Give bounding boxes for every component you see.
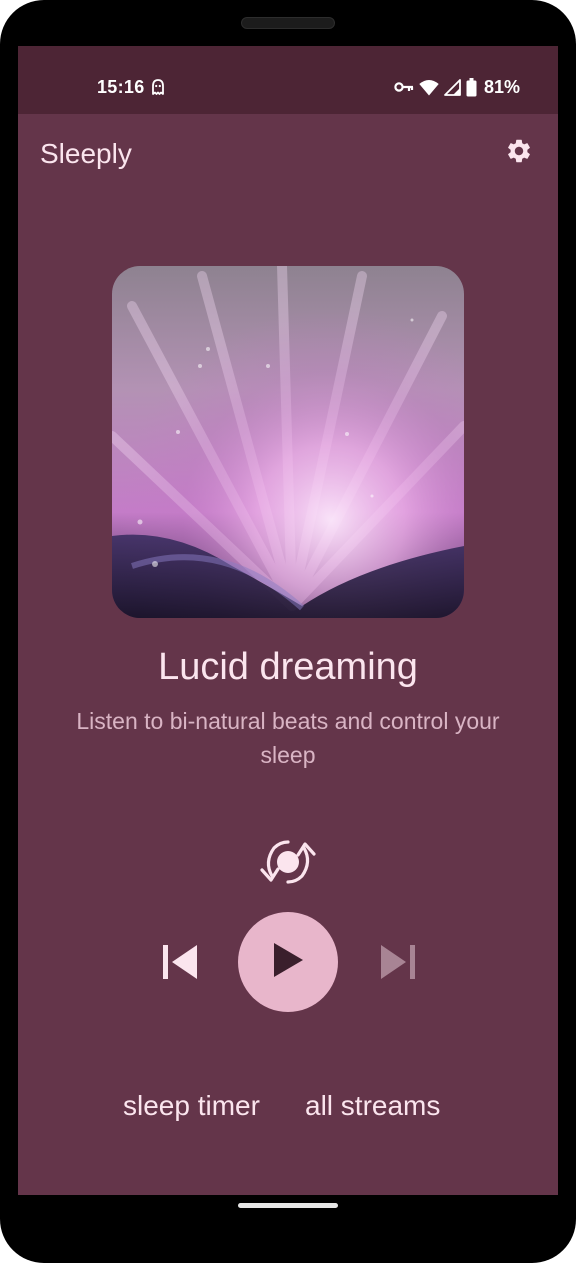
- next-button[interactable]: [372, 938, 424, 990]
- repeat-button[interactable]: [256, 836, 320, 892]
- previous-button[interactable]: [154, 938, 206, 990]
- status-bar: 15:16 81%: [18, 46, 558, 114]
- gesture-nav-handle[interactable]: [238, 1203, 338, 1208]
- app-title: Sleeply: [40, 138, 132, 169]
- cell-signal-icon: [444, 78, 461, 96]
- all-streams-button[interactable]: all streams: [305, 1090, 440, 1122]
- status-time: 15:16: [97, 77, 145, 97]
- play-icon: [271, 942, 305, 983]
- vpn-key-icon: [394, 81, 414, 93]
- repeat-sync-icon: [258, 838, 318, 891]
- gear-icon: [505, 137, 533, 170]
- app-bar: Sleeply: [18, 114, 558, 196]
- settings-button[interactable]: [498, 132, 540, 174]
- track-subtitle: Listen to bi-natural beats and control y…: [76, 708, 500, 768]
- ghost-icon: [151, 78, 165, 96]
- sleep-timer-button[interactable]: sleep timer: [123, 1090, 260, 1122]
- battery-percent: 81%: [483, 76, 520, 97]
- wifi-icon: [419, 79, 439, 96]
- track-title: Lucid dreaming: [158, 646, 418, 688]
- play-button[interactable]: [238, 912, 338, 1012]
- phone-frame: 15:16 81% Sleeply Lucid dreaming Listen …: [0, 0, 576, 1263]
- status-icons: 81%: [394, 76, 520, 98]
- track-artwork: [112, 266, 464, 618]
- app-screen: 15:16 81% Sleeply Lucid dreaming Listen …: [18, 46, 558, 1195]
- battery-icon: [466, 77, 477, 97]
- skip-next-icon: [379, 944, 417, 985]
- skip-previous-icon: [161, 944, 199, 985]
- earpiece-speaker: [241, 17, 335, 29]
